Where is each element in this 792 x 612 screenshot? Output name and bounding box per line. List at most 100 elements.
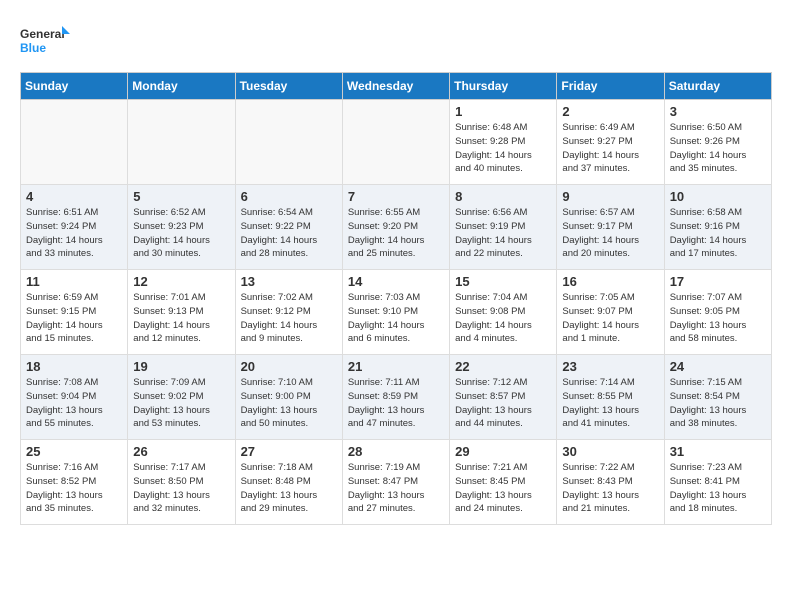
- day-number: 7: [348, 189, 444, 204]
- day-number: 5: [133, 189, 229, 204]
- day-number: 6: [241, 189, 337, 204]
- calendar-cell: 8 Sunrise: 6:56 AM Sunset: 9:19 PM Daylig…: [450, 185, 557, 270]
- calendar-cell: 4Sunrise: 6:51 AM Sunset: 9:24 PM Daylig…: [21, 185, 128, 270]
- day-number: 4: [26, 189, 122, 204]
- calendar-cell: 1 Sunrise: 6:48 AM Sunset: 9:28 PM Daylig…: [450, 100, 557, 185]
- header-saturday: Saturday: [664, 73, 771, 100]
- day-number: 12: [133, 274, 229, 289]
- week-row-4: 25Sunrise: 7:16 AM Sunset: 8:52 PM Dayli…: [21, 440, 772, 525]
- calendar-cell: [21, 100, 128, 185]
- calendar-cell: 9 Sunrise: 6:57 AM Sunset: 9:17 PM Daylig…: [557, 185, 664, 270]
- calendar-cell: 17Sunrise: 7:07 AM Sunset: 9:05 PM Dayli…: [664, 270, 771, 355]
- day-info: Sunrise: 7:19 AM Sunset: 8:47 PM Dayligh…: [348, 461, 444, 516]
- day-info: Sunrise: 7:18 AM Sunset: 8:48 PM Dayligh…: [241, 461, 337, 516]
- calendar-cell: 22 Sunrise: 7:12 AM Sunset: 8:57 PM Dayli…: [450, 355, 557, 440]
- calendar-cell: 21 Sunrise: 7:11 AM Sunset: 8:59 PM Dayli…: [342, 355, 449, 440]
- day-number: 8: [455, 189, 551, 204]
- day-info: Sunrise: 6:50 AM Sunset: 9:26 PM Dayligh…: [670, 121, 766, 176]
- calendar-cell: 19 Sunrise: 7:09 AM Sunset: 9:02 PM Dayli…: [128, 355, 235, 440]
- calendar-cell: 2Sunrise: 6:49 AM Sunset: 9:27 PM Daylig…: [557, 100, 664, 185]
- day-number: 11: [26, 274, 122, 289]
- day-number: 16: [562, 274, 658, 289]
- header-thursday: Thursday: [450, 73, 557, 100]
- header-wednesday: Wednesday: [342, 73, 449, 100]
- day-info: Sunrise: 7:05 AM Sunset: 9:07 PM Dayligh…: [562, 291, 658, 346]
- calendar-cell: 20 Sunrise: 7:10 AM Sunset: 9:00 PM Dayli…: [235, 355, 342, 440]
- calendar-cell: 30Sunrise: 7:22 AM Sunset: 8:43 PM Dayli…: [557, 440, 664, 525]
- day-info: Sunrise: 6:57 AM Sunset: 9:17 PM Dayligh…: [562, 206, 658, 261]
- day-number: 26: [133, 444, 229, 459]
- day-number: 1: [455, 104, 551, 119]
- calendar-cell: [128, 100, 235, 185]
- calendar-cell: [342, 100, 449, 185]
- day-info: Sunrise: 7:02 AM Sunset: 9:12 PM Dayligh…: [241, 291, 337, 346]
- day-number: 28: [348, 444, 444, 459]
- calendar-cell: 23 Sunrise: 7:14 AM Sunset: 8:55 PM Dayli…: [557, 355, 664, 440]
- calendar-cell: 27 Sunrise: 7:18 AM Sunset: 8:48 PM Dayli…: [235, 440, 342, 525]
- day-number: 13: [241, 274, 337, 289]
- day-info: Sunrise: 7:04 AM Sunset: 9:08 PM Dayligh…: [455, 291, 551, 346]
- day-info: Sunrise: 6:58 AM Sunset: 9:16 PM Dayligh…: [670, 206, 766, 261]
- day-number: 24: [670, 359, 766, 374]
- day-number: 21: [348, 359, 444, 374]
- header-row: SundayMondayTuesdayWednesdayThursdayFrid…: [21, 73, 772, 100]
- calendar-cell: 7 Sunrise: 6:55 AM Sunset: 9:20 PM Daylig…: [342, 185, 449, 270]
- day-info: Sunrise: 7:11 AM Sunset: 8:59 PM Dayligh…: [348, 376, 444, 431]
- calendar-cell: 3 Sunrise: 6:50 AM Sunset: 9:26 PM Daylig…: [664, 100, 771, 185]
- calendar-cell: 31 Sunrise: 7:23 AM Sunset: 8:41 PM Dayli…: [664, 440, 771, 525]
- day-info: Sunrise: 7:10 AM Sunset: 9:00 PM Dayligh…: [241, 376, 337, 431]
- day-info: Sunrise: 6:55 AM Sunset: 9:20 PM Dayligh…: [348, 206, 444, 261]
- calendar-cell: [235, 100, 342, 185]
- logo-svg: General Blue: [20, 20, 70, 62]
- day-number: 3: [670, 104, 766, 119]
- calendar-cell: 25Sunrise: 7:16 AM Sunset: 8:52 PM Dayli…: [21, 440, 128, 525]
- calendar-cell: 10 Sunrise: 6:58 AM Sunset: 9:16 PM Dayli…: [664, 185, 771, 270]
- day-number: 19: [133, 359, 229, 374]
- day-info: Sunrise: 7:15 AM Sunset: 8:54 PM Dayligh…: [670, 376, 766, 431]
- svg-text:General: General: [20, 27, 65, 41]
- calendar-cell: 18Sunrise: 7:08 AM Sunset: 9:04 PM Dayli…: [21, 355, 128, 440]
- day-info: Sunrise: 6:52 AM Sunset: 9:23 PM Dayligh…: [133, 206, 229, 261]
- day-info: Sunrise: 7:09 AM Sunset: 9:02 PM Dayligh…: [133, 376, 229, 431]
- day-info: Sunrise: 7:12 AM Sunset: 8:57 PM Dayligh…: [455, 376, 551, 431]
- day-info: Sunrise: 7:01 AM Sunset: 9:13 PM Dayligh…: [133, 291, 229, 346]
- day-info: Sunrise: 7:21 AM Sunset: 8:45 PM Dayligh…: [455, 461, 551, 516]
- calendar-cell: 24 Sunrise: 7:15 AM Sunset: 8:54 PM Dayli…: [664, 355, 771, 440]
- calendar-cell: 5 Sunrise: 6:52 AM Sunset: 9:23 PM Daylig…: [128, 185, 235, 270]
- day-info: Sunrise: 6:56 AM Sunset: 9:19 PM Dayligh…: [455, 206, 551, 261]
- day-number: 23: [562, 359, 658, 374]
- day-number: 29: [455, 444, 551, 459]
- day-number: 27: [241, 444, 337, 459]
- week-row-2: 11 Sunrise: 6:59 AM Sunset: 9:15 PM Dayli…: [21, 270, 772, 355]
- day-info: Sunrise: 7:17 AM Sunset: 8:50 PM Dayligh…: [133, 461, 229, 516]
- calendar-cell: 16 Sunrise: 7:05 AM Sunset: 9:07 PM Dayli…: [557, 270, 664, 355]
- day-number: 10: [670, 189, 766, 204]
- day-info: Sunrise: 6:54 AM Sunset: 9:22 PM Dayligh…: [241, 206, 337, 261]
- week-row-1: 4Sunrise: 6:51 AM Sunset: 9:24 PM Daylig…: [21, 185, 772, 270]
- day-number: 20: [241, 359, 337, 374]
- page-header: General Blue: [20, 20, 772, 62]
- day-info: Sunrise: 7:16 AM Sunset: 8:52 PM Dayligh…: [26, 461, 122, 516]
- calendar-cell: 15 Sunrise: 7:04 AM Sunset: 9:08 PM Dayli…: [450, 270, 557, 355]
- day-info: Sunrise: 7:14 AM Sunset: 8:55 PM Dayligh…: [562, 376, 658, 431]
- svg-text:Blue: Blue: [20, 41, 46, 55]
- calendar-cell: 11 Sunrise: 6:59 AM Sunset: 9:15 PM Dayli…: [21, 270, 128, 355]
- week-row-3: 18Sunrise: 7:08 AM Sunset: 9:04 PM Dayli…: [21, 355, 772, 440]
- header-sunday: Sunday: [21, 73, 128, 100]
- day-info: Sunrise: 6:48 AM Sunset: 9:28 PM Dayligh…: [455, 121, 551, 176]
- day-info: Sunrise: 7:23 AM Sunset: 8:41 PM Dayligh…: [670, 461, 766, 516]
- calendar-cell: 28 Sunrise: 7:19 AM Sunset: 8:47 PM Dayli…: [342, 440, 449, 525]
- day-number: 15: [455, 274, 551, 289]
- day-number: 30: [562, 444, 658, 459]
- calendar-cell: 26 Sunrise: 7:17 AM Sunset: 8:50 PM Dayli…: [128, 440, 235, 525]
- header-monday: Monday: [128, 73, 235, 100]
- day-info: Sunrise: 6:49 AM Sunset: 9:27 PM Dayligh…: [562, 121, 658, 176]
- day-number: 14: [348, 274, 444, 289]
- header-tuesday: Tuesday: [235, 73, 342, 100]
- day-info: Sunrise: 6:59 AM Sunset: 9:15 PM Dayligh…: [26, 291, 122, 346]
- day-number: 22: [455, 359, 551, 374]
- header-friday: Friday: [557, 73, 664, 100]
- day-number: 18: [26, 359, 122, 374]
- day-number: 31: [670, 444, 766, 459]
- day-number: 9: [562, 189, 658, 204]
